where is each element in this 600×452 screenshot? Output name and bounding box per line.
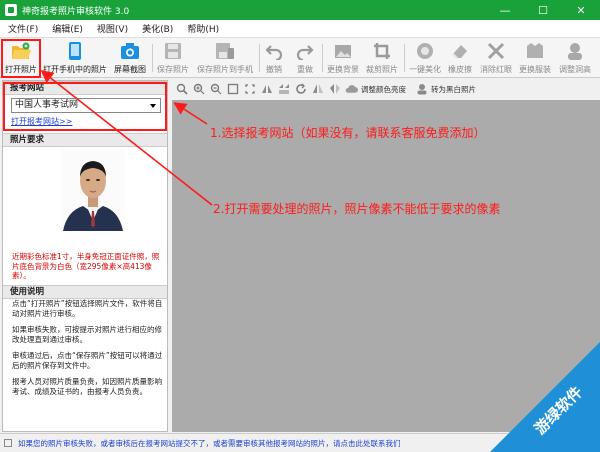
- watermark: 游绿软件: [470, 322, 600, 452]
- annotation-step-1: 1.选择报考网站（如果没有，请联系客服免费添加）: [210, 126, 486, 140]
- annotation-step-2: 2.打开需要处理的照片，照片像素不能低于要求的像素: [213, 202, 501, 216]
